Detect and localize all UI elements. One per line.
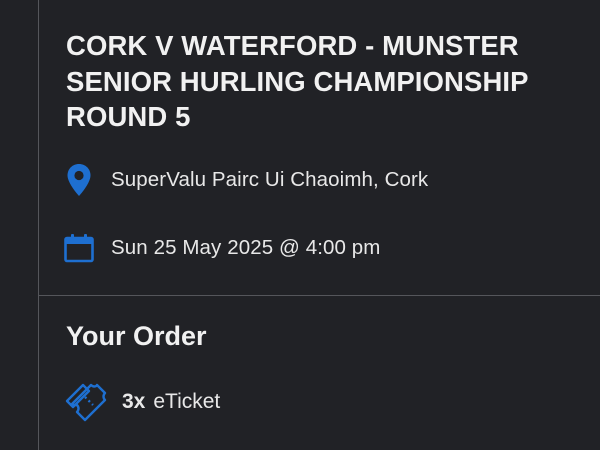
ticket-quantity: 3x [122,390,146,413]
calendar-icon [64,230,94,266]
panel-left-border [38,0,39,450]
venue-name: SuperValu Pairc Ui Chaoimh, Cork [111,168,429,191]
ticket-type: eTicket [153,390,221,413]
venue-row: SuperValu Pairc Ui Chaoimh, Cork [64,162,428,198]
order-heading: Your Order [66,321,207,351]
event-datetime: Sun 25 May 2025 @ 4:00 pm [111,236,381,259]
section-divider [38,295,600,296]
location-pin-icon [64,162,94,198]
ticket-icon [62,380,110,424]
event-title: CORK V WATERFORD - MUNSTER SENIOR HURLIN… [66,30,529,132]
ticket-details-panel: CORK V WATERFORD - MUNSTER SENIOR HURLIN… [0,0,600,450]
date-row: Sun 25 May 2025 @ 4:00 pm [64,230,380,266]
order-item-row: 3x eTicket [62,380,220,424]
